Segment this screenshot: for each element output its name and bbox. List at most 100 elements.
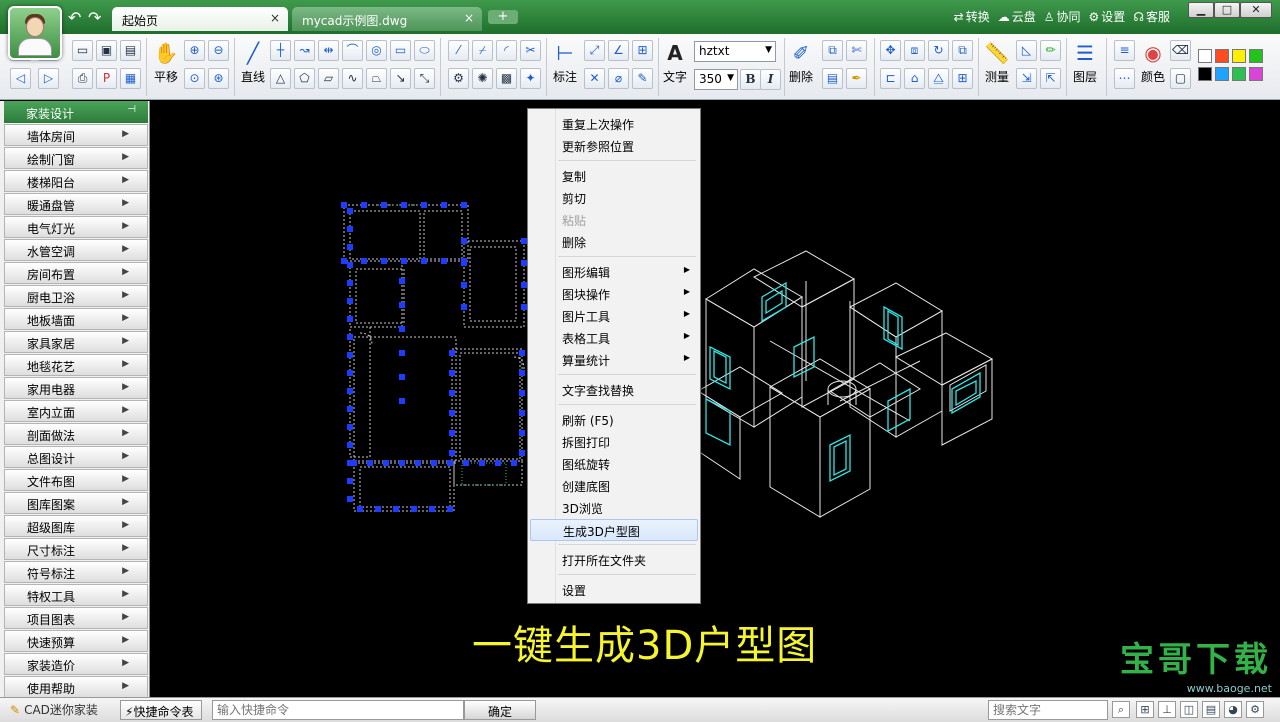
color-swatch[interactable]: [1249, 49, 1263, 63]
parallelogram-icon[interactable]: ▱: [318, 68, 339, 89]
delete-tool[interactable]: ✐ 删除: [786, 38, 816, 85]
context-menu-item[interactable]: 删除: [530, 231, 698, 253]
support-menu[interactable]: ☊ 客服: [1133, 8, 1170, 25]
sidebar-item[interactable]: 墙体房间 ▶: [4, 124, 148, 146]
context-menu-item[interactable]: 图纸旋转: [530, 453, 698, 475]
zoom-in-icon[interactable]: ⊕: [184, 40, 205, 61]
match-prop-icon[interactable]: ✒: [846, 68, 867, 89]
sidebar-item[interactable]: 楼梯阳台 ▶: [4, 170, 148, 192]
sidebar-item[interactable]: 厨电卫浴 ▶: [4, 285, 148, 307]
color-swatch[interactable]: [1232, 67, 1246, 81]
sidebar-item[interactable]: 项目图表 ▶: [4, 607, 148, 629]
redo-icon[interactable]: ↷: [88, 8, 101, 27]
pencil-icon[interactable]: ✏: [1040, 40, 1061, 61]
font-select[interactable]: hztxt ▼: [694, 41, 776, 62]
pentagon-icon[interactable]: ⬠: [294, 68, 315, 89]
move-icon[interactable]: ✥: [880, 40, 901, 61]
color-swatch[interactable]: [1198, 49, 1212, 63]
hatch-icon[interactable]: ✺: [472, 68, 493, 89]
color-swatch[interactable]: [1249, 67, 1263, 81]
pan-tool[interactable]: ✋ 平移: [150, 38, 182, 85]
trim-icon[interactable]: ⁄: [448, 40, 469, 61]
area-icon[interactable]: ◺: [1016, 40, 1037, 61]
eraser-small-icon[interactable]: ⌫: [1170, 40, 1191, 61]
fillet-icon[interactable]: ◜: [496, 40, 517, 61]
sidebar-item[interactable]: 超级图库 ▶: [4, 515, 148, 537]
maximize-button[interactable]: □: [1214, 2, 1240, 18]
save-icon[interactable]: ▣: [96, 40, 117, 61]
context-menu-item[interactable]: 拆图打印: [530, 431, 698, 453]
pin-icon[interactable]: ⊣: [127, 104, 136, 115]
add-tab-button[interactable]: +: [488, 10, 518, 24]
grid-array-icon[interactable]: ⊞: [952, 68, 973, 89]
close-window-button[interactable]: ✕: [1240, 2, 1272, 18]
sidebar-item[interactable]: 剖面做法 ▶: [4, 423, 148, 445]
polyline-icon[interactable]: ┼: [270, 40, 291, 61]
context-menu-item[interactable]: 复制: [530, 165, 698, 187]
aligned-dim-icon[interactable]: ⤢: [584, 40, 605, 61]
context-menu-item[interactable]: 3D浏览: [530, 497, 698, 519]
erase-icon[interactable]: ✂: [520, 40, 541, 61]
array-icon[interactable]: ⧉: [952, 40, 973, 61]
context-menu-item[interactable]: 表格工具 ▶: [530, 327, 698, 349]
linetype-icon[interactable]: ≡: [1114, 40, 1135, 61]
italic-button[interactable]: I: [760, 69, 781, 90]
extend-icon[interactable]: ⌿: [472, 40, 493, 61]
leader-icon[interactable]: ✎: [632, 68, 653, 89]
arc-icon[interactable]: ⌒: [342, 40, 363, 61]
context-menu-item[interactable]: 剪切: [530, 187, 698, 209]
tab-start-page[interactable]: 起始页 ×: [112, 7, 288, 31]
context-menu-item[interactable]: 重复上次操作: [530, 113, 698, 135]
sidebar-item[interactable]: 室内立面 ▶: [4, 400, 148, 422]
settings-menu[interactable]: ⚙ 设置: [1089, 8, 1126, 25]
grid-toggle-icon[interactable]: ⊞: [1136, 701, 1154, 718]
sidebar-item[interactable]: 图库图案 ▶: [4, 492, 148, 514]
context-menu-item[interactable]: 图片工具 ▶: [530, 305, 698, 327]
gear-settings-icon[interactable]: ⚙: [448, 68, 469, 89]
settings-toggle-icon[interactable]: ⚙: [1246, 701, 1264, 718]
color-swatch[interactable]: [1198, 67, 1212, 81]
ortho-toggle-icon[interactable]: ⊥: [1158, 701, 1176, 718]
double-line-icon[interactable]: ⇹: [318, 40, 339, 61]
circle-icon[interactable]: ◎: [366, 40, 387, 61]
sidebar-item[interactable]: 符号标注 ▶: [4, 561, 148, 583]
cloud-menu[interactable]: ☁ 云盘: [998, 8, 1036, 25]
snap-toggle-icon[interactable]: ◫: [1180, 701, 1198, 718]
export-icon[interactable]: ⇱: [1040, 68, 1061, 89]
zoom-extents-icon[interactable]: ⊛: [208, 68, 229, 89]
copy-icon[interactable]: ⧉: [822, 40, 843, 61]
stretch-icon[interactable]: ⊏: [880, 68, 901, 89]
sidebar-item[interactable]: 使用帮助 ▶: [4, 676, 148, 698]
text-tool[interactable]: A 文字: [660, 38, 690, 85]
back-icon[interactable]: ◁: [10, 68, 31, 89]
context-menu-item[interactable]: 刷新 (F5): [530, 409, 698, 431]
print-icon[interactable]: ⎙: [72, 68, 93, 89]
curve-icon[interactable]: ∿: [342, 68, 363, 89]
export-image-icon[interactable]: ▦: [120, 68, 141, 89]
sidebar-item[interactable]: 地板墙面 ▶: [4, 308, 148, 330]
rotate-icon[interactable]: ↻: [928, 40, 949, 61]
tab-close-icon[interactable]: ×: [270, 11, 280, 25]
font-size-select[interactable]: 350 ▼: [694, 69, 738, 90]
rectangle-icon[interactable]: ▭: [390, 40, 411, 61]
arrow-line-icon[interactable]: ↘: [390, 68, 411, 89]
color-tool[interactable]: ◉ 颜色: [1138, 38, 1168, 85]
sidebar-item[interactable]: 电气灯光 ▶: [4, 216, 148, 238]
diameter-dim-icon[interactable]: ⌀: [608, 68, 629, 89]
command-table-button[interactable]: ⚡快捷命令表: [120, 700, 202, 720]
radius-dim-icon[interactable]: ✕: [584, 68, 605, 89]
tab-drawing-file[interactable]: mycad示例图.dwg ×: [292, 7, 482, 31]
select-icon[interactable]: ✦: [520, 68, 541, 89]
context-menu-item[interactable]: 打开所在文件夹: [530, 549, 698, 571]
collab-menu[interactable]: ♙ 协同: [1044, 8, 1081, 25]
open-folder-icon[interactable]: ▭: [72, 40, 93, 61]
zoom-window-icon[interactable]: ⊙: [184, 68, 205, 89]
angle-dim-icon[interactable]: ∠: [608, 40, 629, 61]
mirror-icon[interactable]: ⧋: [928, 68, 949, 89]
sidebar-item[interactable]: 文件布图 ▶: [4, 469, 148, 491]
dimension-tool[interactable]: ⊢ 标注: [550, 38, 580, 85]
confirm-button[interactable]: 确定: [464, 700, 536, 720]
context-menu-item[interactable]: 图形编辑 ▶: [530, 261, 698, 283]
lineweight-icon[interactable]: ⋯: [1114, 68, 1135, 89]
context-menu-item[interactable]: 更新参照位置: [530, 135, 698, 157]
